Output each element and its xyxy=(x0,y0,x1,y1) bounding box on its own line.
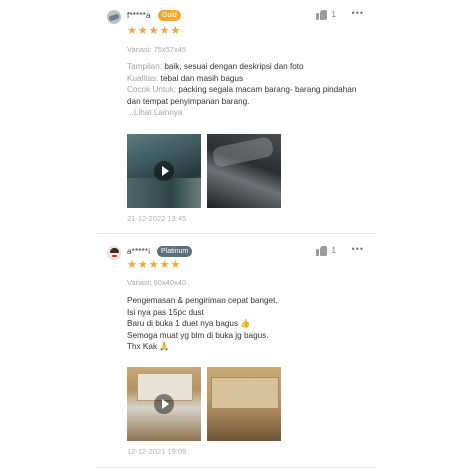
review-video-thumbnail[interactable] xyxy=(127,367,201,441)
star-icon: ★ xyxy=(127,259,137,271)
review-text-line: Thx Kak 🙏 xyxy=(127,342,170,352)
review-text-line: Baru di buka 1 duet nya bagus 👍 xyxy=(127,319,251,329)
like-count: 1 xyxy=(331,246,336,255)
star-icon: ★ xyxy=(137,25,148,37)
more-options-icon[interactable]: ••• xyxy=(352,8,364,18)
review-card: f*****a Gold 1 ••• ★ ★ ★ ★ ★ Variasi: 75… xyxy=(96,0,376,232)
star-icon: ★ xyxy=(159,25,170,37)
review-date: 12-12-2021 19:09 xyxy=(127,447,187,456)
username: f*****a xyxy=(127,11,151,20)
field-key: Cocok Untuk: xyxy=(127,85,177,95)
play-icon xyxy=(154,394,174,414)
review-photo[interactable] xyxy=(207,367,281,441)
star-icon: ★ xyxy=(148,25,159,37)
star-icon: ★ xyxy=(137,259,148,271)
review-photo[interactable] xyxy=(207,134,281,208)
star-rating: ★ ★ ★ ★ ★ xyxy=(127,260,180,271)
review-text-line: Isi nya pas 15pc dust xyxy=(127,307,204,317)
variant-label: Variasi: 60x40x40 xyxy=(127,278,187,287)
like-button[interactable]: 1 xyxy=(315,9,336,20)
username: a*****i xyxy=(127,247,151,256)
review-card: a*****i Platinum 1 ••• ★ ★ ★ ★ ★ Variasi… xyxy=(96,236,376,468)
review-text-line: Semoga muat yg blm di buka jg bagus. xyxy=(127,330,269,340)
field-value: tebal dan masih bagus xyxy=(158,73,244,83)
divider xyxy=(96,467,376,468)
like-button[interactable]: 1 xyxy=(315,245,336,256)
review-video-thumbnail[interactable] xyxy=(127,134,201,208)
like-count: 1 xyxy=(331,10,336,19)
review-date: 21-12-2022 13:45 xyxy=(127,214,187,223)
star-icon: ★ xyxy=(127,25,137,37)
divider xyxy=(96,233,376,234)
more-options-icon[interactable]: ••• xyxy=(352,244,364,254)
play-icon xyxy=(154,161,174,181)
member-badge: Gold xyxy=(158,10,181,21)
avatar[interactable] xyxy=(107,246,121,260)
star-icon: ★ xyxy=(159,259,170,271)
member-badge: Platinum xyxy=(157,246,193,257)
see-more-link[interactable]: ...Lihat Lainnya xyxy=(127,108,183,117)
review-text: Tampilan: baik, sesuai dengan deskripsi … xyxy=(127,61,372,119)
thumb-up-icon xyxy=(315,245,327,256)
star-icon: ★ xyxy=(148,259,159,271)
star-icon: ★ xyxy=(170,25,181,37)
star-rating: ★ ★ ★ ★ ★ xyxy=(127,26,180,37)
review-header: f*****a Gold 1 ••• xyxy=(96,0,376,26)
field-key: Kualitas: xyxy=(127,73,159,83)
field-key: Tampilan: xyxy=(127,62,163,71)
review-text-line: Pengemasan & pengiriman cepat banget. xyxy=(127,296,278,305)
field-value: baik, sesuai dengan deskripsi dan foto xyxy=(162,62,304,71)
avatar[interactable] xyxy=(107,10,121,24)
variant-label: Variasi: 75x57x45 xyxy=(127,45,187,54)
review-text: Pengemasan & pengiriman cepat banget. Is… xyxy=(127,295,372,353)
star-icon: ★ xyxy=(170,259,181,271)
thumb-up-icon xyxy=(315,9,327,20)
